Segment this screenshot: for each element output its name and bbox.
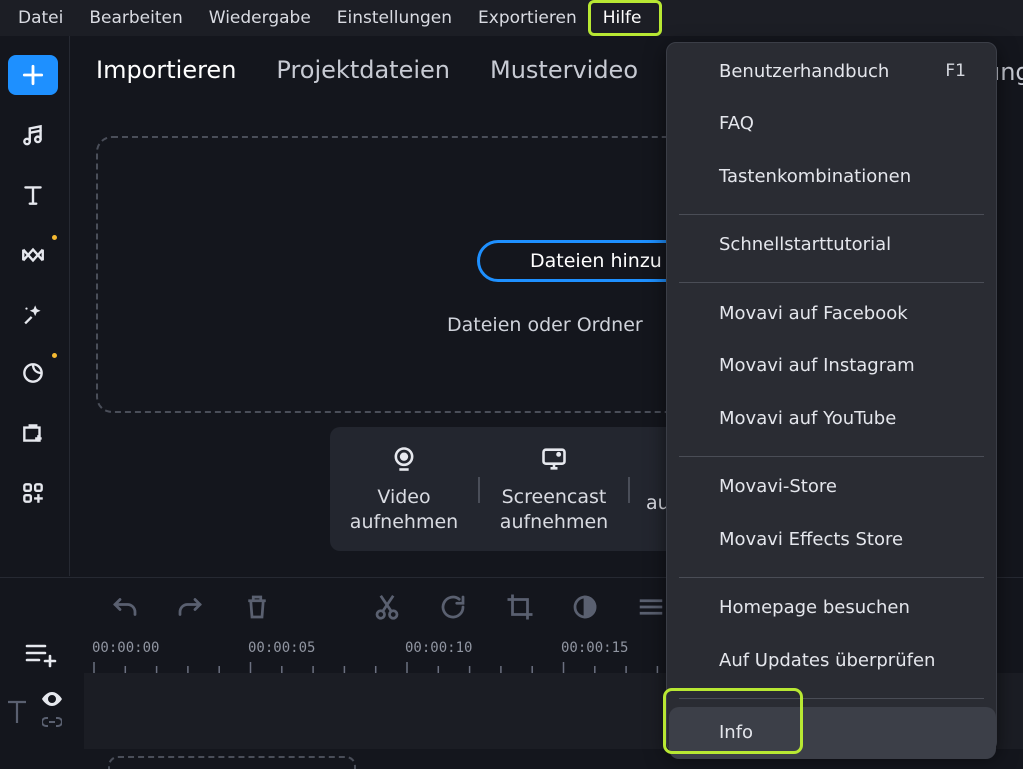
new-badge — [52, 353, 57, 358]
menu-item-benutzerhandbuch[interactable]: Benutzerhandbuch F1 — [667, 49, 996, 93]
split-button[interactable] — [372, 592, 402, 622]
rotate-button[interactable] — [438, 592, 468, 622]
store-icon — [23, 424, 42, 442]
text-track-icon — [8, 700, 26, 723]
transitions-icon — [22, 247, 44, 263]
menu-wiedergabe[interactable]: Wiedergabe — [196, 0, 324, 36]
menu-item-label: FAQ — [719, 113, 754, 134]
menu-item-label: Movavi-Store — [719, 476, 837, 497]
more-tools-icon — [23, 483, 43, 503]
webcam-icon — [394, 447, 414, 471]
add-media-button[interactable] — [8, 55, 58, 95]
contrast-icon — [573, 595, 597, 619]
menu-separator — [679, 213, 984, 215]
menu-item-label: Benutzerhandbuch — [719, 60, 890, 82]
divider — [478, 477, 480, 503]
sliders-icon — [639, 599, 663, 615]
menu-separator — [679, 455, 984, 457]
menu-item-label: Movavi Effects Store — [719, 528, 904, 550]
redo-icon — [178, 598, 202, 616]
filters-button[interactable] — [8, 294, 58, 334]
record-panel: Video aufnehmen Screencast aufnehmen au — [330, 427, 710, 551]
record-video-label: Video aufnehmen — [349, 486, 459, 533]
menu-item-movavi-auf-facebook[interactable]: Movavi auf Facebook — [667, 291, 996, 335]
menu-hilfe[interactable]: Hilfe — [587, 0, 663, 36]
menu-item-label: Auf Updates überprüfen — [719, 649, 936, 671]
color-adjust-button[interactable] — [570, 592, 600, 622]
menu-item-homepage-besuchen[interactable]: Homepage besuchen — [667, 586, 996, 630]
menu-item-movavi-auf-instagram[interactable]: Movavi auf Instagram — [667, 344, 996, 388]
ruler-time-label: 00:00:05 — [248, 640, 316, 656]
ruler-time-label: 00:00:00 — [92, 640, 160, 656]
record-screencast-button[interactable]: Screencast aufnehmen — [484, 441, 624, 535]
menu-datei[interactable]: Datei — [0, 0, 76, 36]
menu-item-auf-updates-überprüfen[interactable]: Auf Updates überprüfen — [667, 638, 996, 682]
menu-bearbeiten[interactable]: Bearbeiten — [76, 0, 195, 36]
trash-icon — [248, 595, 266, 619]
import-tabs: Importieren Projektdateien Mustervideo — [96, 56, 638, 96]
eye-icon[interactable] — [40, 691, 64, 707]
record-screencast-label: Screencast aufnehmen — [499, 486, 609, 533]
settings-sliders-button[interactable] — [636, 592, 666, 622]
rotate-icon — [441, 595, 465, 619]
tab-mustervideo[interactable]: Mustervideo — [490, 56, 638, 96]
menu-item-movavi-store[interactable]: Movavi-Store — [667, 465, 996, 509]
menu-einstellungen[interactable]: Einstellungen — [324, 0, 465, 36]
menu-item-movavi-auf-youtube[interactable]: Movavi auf YouTube — [667, 396, 996, 440]
music-icon — [23, 124, 42, 146]
info-highlight-box — [663, 688, 803, 754]
menu-item-schnellstarttutorial[interactable]: Schnellstarttutorial — [667, 223, 996, 267]
monitor-icon — [542, 448, 566, 470]
link-icon[interactable] — [42, 715, 62, 729]
menu-item-label: Movavi auf Instagram — [719, 355, 915, 376]
left-sidebar — [0, 36, 70, 576]
menu-item-label: Homepage besuchen — [719, 597, 910, 618]
ruler-time-label: 00:00:15 — [561, 640, 629, 656]
store-button[interactable] — [8, 413, 58, 453]
menu-item-label: Movavi auf Facebook — [719, 302, 908, 324]
menu-separator — [679, 282, 984, 283]
ruler-time-label: 00:00:10 — [405, 640, 473, 656]
text-icon — [24, 186, 42, 205]
stickers-button[interactable] — [8, 353, 58, 393]
tab-importieren[interactable]: Importieren — [96, 56, 236, 96]
shortcut-label: F1 — [945, 61, 966, 81]
record-video-button[interactable]: Video aufnehmen — [334, 441, 474, 535]
menu-exportieren[interactable]: Exportieren — [465, 0, 590, 36]
add-track-icon[interactable] — [24, 640, 58, 668]
scissors-icon — [375, 594, 399, 620]
undo-button[interactable] — [110, 592, 140, 622]
menu-item-label: Schnellstarttutorial — [719, 234, 892, 255]
menu-item-label: Tastenkombinationen — [719, 165, 912, 187]
tab-projektdateien[interactable]: Projektdateien — [276, 56, 450, 96]
help-menu-dropdown: Benutzerhandbuch F1 FAQ Tastenkombinationen… — [666, 42, 997, 759]
add-icon — [22, 64, 44, 86]
transitions-button[interactable] — [8, 235, 58, 275]
menu-bar: Datei Bearbeiten Wiedergabe Einstellunge… — [0, 0, 1023, 36]
menu-item-faq[interactable]: FAQ — [667, 102, 996, 146]
menu-item-label: Movavi auf YouTube — [719, 407, 897, 429]
undo-icon — [113, 598, 137, 616]
stickers-icon — [23, 363, 43, 383]
drop-hint-text: Dateien oder Ordner — [447, 314, 643, 336]
redo-button[interactable] — [175, 592, 205, 622]
text-button[interactable] — [8, 175, 58, 215]
delete-button[interactable] — [242, 592, 272, 622]
new-badge — [52, 235, 57, 240]
text-track-header — [0, 673, 84, 749]
crop-icon — [507, 594, 533, 620]
menu-item-tastenkombinationen[interactable]: Tastenkombinationen — [667, 154, 996, 198]
drop-track-area[interactable] — [108, 756, 356, 769]
music-button[interactable] — [8, 115, 58, 155]
menu-item-movavi-effects-store[interactable]: Movavi Effects Store — [667, 517, 996, 561]
more-tools-button[interactable] — [8, 473, 58, 513]
menu-separator — [679, 576, 984, 578]
magic-icon — [24, 305, 41, 325]
crop-button[interactable] — [505, 592, 535, 622]
